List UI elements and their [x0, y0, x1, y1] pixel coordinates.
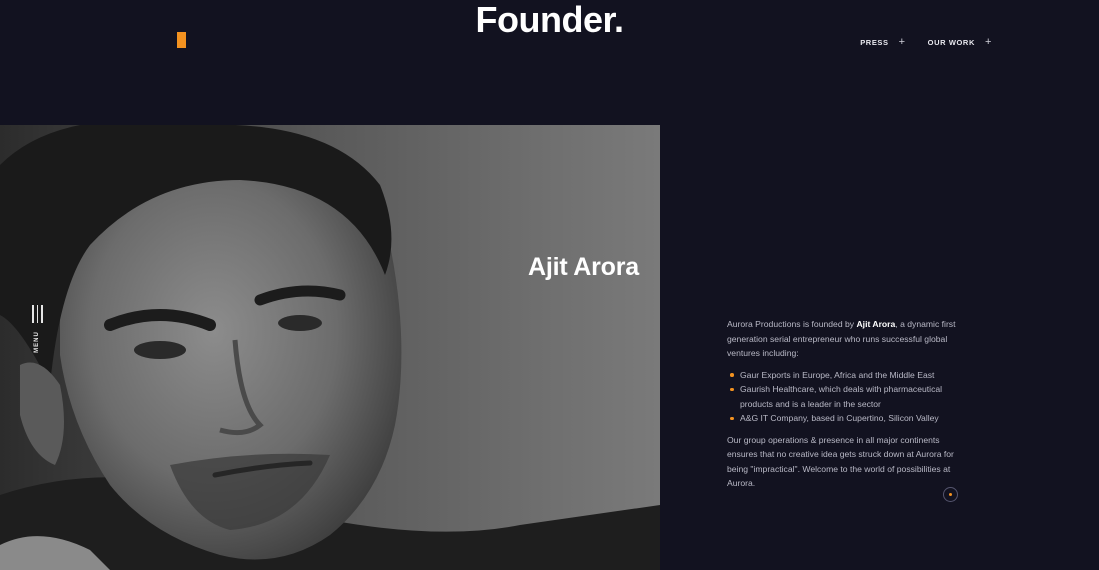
menu-button[interactable]: MENU	[32, 305, 46, 353]
nav-our-work[interactable]: OUR WORK +	[928, 37, 992, 48]
menu-icon	[32, 305, 46, 323]
intro-prefix: Aurora Productions is founded by	[727, 319, 857, 329]
list-item: Gaur Exports in Europe, Africa and the M…	[727, 368, 967, 383]
menu-label: MENU	[33, 331, 40, 353]
plus-icon: +	[898, 36, 906, 48]
top-nav: PRESS + OUR WORK +	[860, 37, 992, 48]
nav-press-label: PRESS	[860, 38, 889, 47]
scroll-indicator[interactable]	[943, 487, 958, 502]
founder-name: Ajit Arora	[528, 253, 639, 281]
intro-paragraph: Aurora Productions is founded by Ajit Ar…	[727, 317, 967, 361]
nav-press[interactable]: PRESS +	[860, 37, 905, 48]
about-text: Aurora Productions is founded by Ajit Ar…	[727, 317, 967, 498]
founder-photo: Ajit Arora	[0, 125, 660, 570]
list-item: A&G IT Company, based in Cupertino, Sili…	[727, 411, 967, 426]
page-title: Founder.	[475, 0, 625, 40]
nav-our-work-label: OUR WORK	[927, 38, 975, 47]
closing-paragraph: Our group operations & presence in all m…	[727, 434, 954, 489]
list-item: Gaurish Healthcare, which deals with pha…	[727, 382, 967, 411]
intro-name: Ajit Arora	[856, 319, 896, 329]
page: Founder. PRESS + OUR WORK + Ajit Arora M…	[0, 0, 1099, 570]
plus-icon: +	[984, 36, 992, 48]
ventures-list: Gaur Exports in Europe, Africa and the M…	[727, 368, 967, 426]
portrait-image	[0, 125, 660, 570]
